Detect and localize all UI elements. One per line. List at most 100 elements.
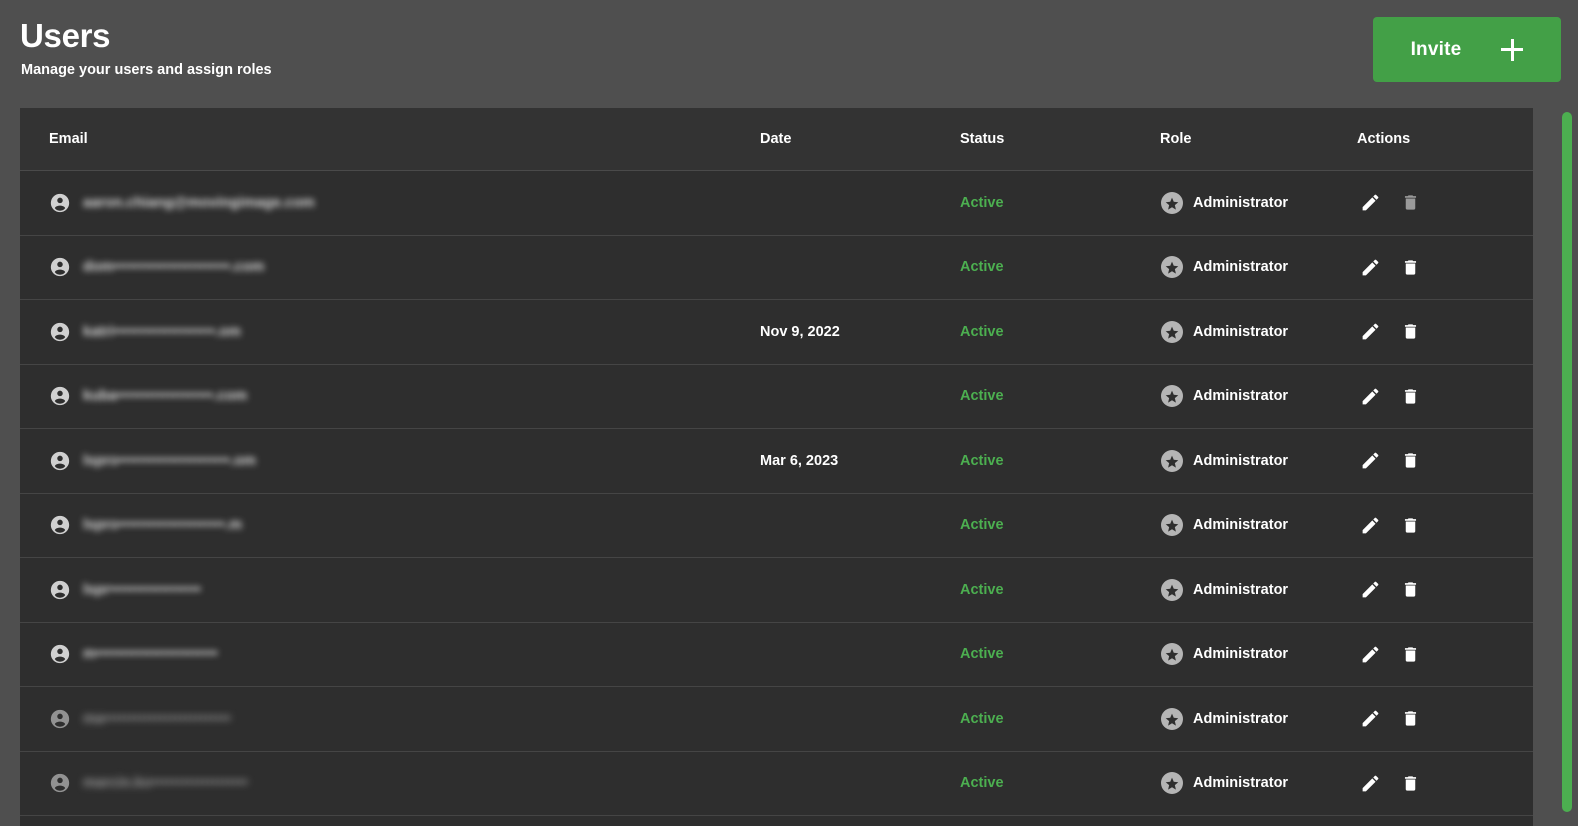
users-page: Users Manage your users and assign roles… [0,0,1578,826]
user-role: Administrator [1193,194,1289,211]
cell-email: kuba•••••••••••••••••••.com [20,385,760,407]
table-body: aaron.chiang@movingimage.com Active Admini… [20,171,1533,826]
cell-email: marcin.ko••••••••••••••••••• [20,772,760,794]
user-date: Nov 9, 2022 [760,323,840,340]
page-subtitle: Manage your users and assign roles [21,62,272,78]
edit-user-button[interactable] [1357,577,1383,603]
table-row[interactable]: lspr•••••••••••••••••• Active Administrato… [20,558,1533,623]
user-email: aaron.chiang@movingimage.com [83,194,315,211]
table-row[interactable]: kuba•••••••••••••••••••.com Active Adminis… [20,364,1533,429]
table-row[interactable]: katri••••••••••••••••••••.om Nov 9, 2022 A… [20,300,1533,365]
cell-status: Active [960,645,1160,663]
user-email: lspro••••••••••••••••••••••.om [83,452,256,469]
trash-icon [1404,582,1416,597]
account-circle-icon [50,258,70,277]
user-role: Administrator [1193,323,1289,340]
delete-user-button[interactable] [1397,448,1423,474]
delete-user-button[interactable] [1397,512,1423,538]
cell-email: lspr•••••••••••••••••• [20,579,760,601]
trash-icon [1404,776,1416,791]
edit-user-button[interactable] [1357,512,1383,538]
cell-role: Administrator [1160,255,1357,279]
pencil-icon [1362,646,1378,663]
user-email: m•••••••••••••••••••••••• [83,646,218,663]
delete-user-button[interactable] [1397,641,1423,667]
table-row[interactable]: ma••••••••••••••••••••••••• Active Adminis… [20,687,1533,752]
status-badge: Active [960,194,1004,211]
column-header-email[interactable]: Email [20,131,760,147]
cell-status: Active [960,387,1160,405]
cell-actions [1357,319,1533,345]
column-header-actions: Actions [1357,131,1411,147]
column-header-role[interactable]: Role [1160,131,1357,147]
edit-user-button[interactable] [1357,448,1383,474]
table-row[interactable]: dom•••••••••••••••••••••••.com Active Admi… [20,235,1533,300]
edit-user-button[interactable] [1357,319,1383,345]
invite-button[interactable]: Invite [1373,17,1561,82]
table-row[interactable]: m•••••••••••••••••••••••• Active Administr… [20,622,1533,687]
edit-user-button[interactable] [1357,383,1383,409]
status-badge: Active [960,710,1004,727]
column-header-date[interactable]: Date [760,131,960,147]
table-row[interactable]: marcin.ko••••••••••••••••••• Active Admini… [20,751,1533,816]
plus-icon [1501,38,1524,61]
table-row[interactable]: lspro••••••••••••••••••••••.om Mar 6, 202… [20,429,1533,494]
user-date: Mar 6, 2023 [760,452,839,469]
vertical-scrollbar-track[interactable] [1562,112,1572,822]
delete-user-button[interactable] [1397,383,1423,409]
status-badge: Active [960,452,1004,469]
edit-user-button[interactable] [1357,641,1383,667]
edit-user-button[interactable] [1357,190,1383,216]
cell-email: lspro••••••••••••••••••••••.om [20,450,760,472]
delete-user-button[interactable] [1397,770,1423,796]
cell-email: m•••••••••••••••••••••••• [20,643,760,665]
star-badge-icon [1161,643,1183,666]
user-role: Administrator [1193,388,1289,405]
cell-role: Administrator [1160,578,1357,602]
user-role: Administrator [1193,581,1289,598]
account-circle-icon [50,709,70,728]
cell-email: katri••••••••••••••••••••.om [20,321,760,343]
status-badge: Active [960,646,1004,663]
cell-status: Active [960,710,1160,728]
account-circle-icon [50,193,70,212]
table-row[interactable]: aaron.chiang@movingimage.com Active Admini… [20,171,1533,236]
trash-icon [1404,647,1416,662]
delete-user-button[interactable] [1397,254,1423,280]
delete-user-button[interactable] [1397,577,1423,603]
column-header-status[interactable]: Status [960,131,1160,147]
user-role: Administrator [1193,452,1289,469]
cell-actions [1357,512,1533,538]
user-role: Administrator [1193,710,1289,727]
status-badge: Active [960,775,1004,792]
pencil-icon [1362,194,1378,211]
table-row[interactable]: lspro•••••••••••••••••••••.m Active Admini… [20,493,1533,558]
pencil-icon [1362,581,1378,598]
cell-status: Active [960,194,1160,212]
cell-email: dom•••••••••••••••••••••••.com [20,256,760,278]
star-badge-icon [1161,385,1183,408]
delete-user-button [1397,190,1423,216]
user-email: ma••••••••••••••••••••••••• [83,710,231,727]
table-row[interactable]: maria.schmidt•••••••••••••••ActiveAdmini… [20,816,1533,826]
cell-status: Active [960,452,1160,470]
delete-user-button[interactable] [1397,319,1423,345]
cell-status: Active [960,774,1160,792]
edit-user-button[interactable] [1357,770,1383,796]
user-email: lspro•••••••••••••••••••••.m [83,517,242,534]
user-role: Administrator [1193,646,1289,663]
cell-actions [1357,448,1533,474]
delete-user-button[interactable] [1397,706,1423,732]
cell-role: Administrator [1160,707,1357,731]
cell-role: Administrator [1160,513,1357,537]
edit-user-button[interactable] [1357,254,1383,280]
star-badge-icon [1161,191,1183,214]
vertical-scrollbar-thumb[interactable] [1562,112,1572,812]
user-email: marcin.ko••••••••••••••••••• [83,775,248,792]
star-badge-icon [1161,578,1183,601]
star-badge-icon [1161,449,1183,472]
pencil-icon [1362,259,1378,276]
invite-button-label: Invite [1410,38,1462,60]
cell-actions [1357,641,1533,667]
edit-user-button[interactable] [1357,706,1383,732]
